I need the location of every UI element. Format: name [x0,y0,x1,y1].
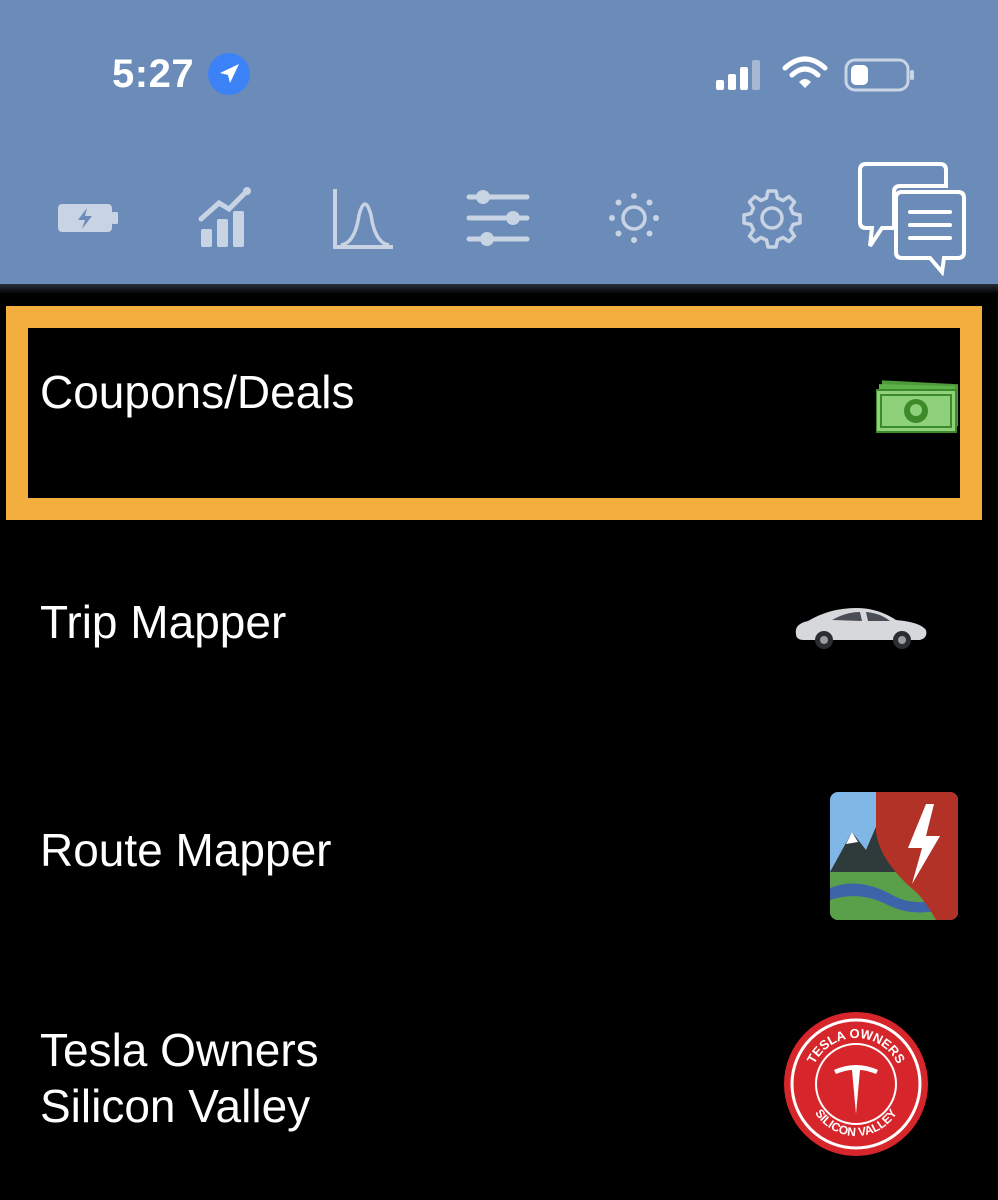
car-icon [795,608,927,649]
wifi-icon [782,56,828,88]
selection-highlight [6,306,982,520]
brightness-icon [609,193,659,243]
curve-chart-icon [333,189,393,249]
tab-messages[interactable] [852,158,970,277]
gear-icon [742,189,802,249]
cellular-signal-icon [716,60,760,90]
list-item-label: Tesla Owners Silicon Valley [40,1024,319,1132]
list-item-label: Route Mapper [40,824,332,876]
tab-settings[interactable] [736,180,808,256]
battery-icon [58,204,118,232]
list-item-label: Trip Mapper [40,596,287,648]
tab-stats[interactable] [188,180,260,256]
list-item-route-mapper[interactable]: Route Mapper [0,780,998,930]
route-mapper-app-icon [830,792,958,920]
bar-chart-icon [198,187,251,247]
list-item-tesla-owners[interactable]: Tesla Owners Silicon Valley TESLA OWNERS… [0,1010,998,1160]
status-time: 5:27 [112,52,195,96]
list-item-trip-mapper[interactable]: Trip Mapper [0,560,998,700]
sliders-icon [466,190,530,246]
location-arrow-icon [208,53,250,95]
chat-icon [858,162,966,277]
top-bar-shadow [0,284,998,294]
tab-battery[interactable] [52,180,124,256]
tab-settings-sliders[interactable] [462,180,534,256]
battery-status-icon [844,58,914,92]
tab-curve[interactable] [326,180,398,256]
tab-display[interactable] [598,180,670,256]
tesla-owners-logo: TESLA OWNERS SILICON VALLEY [784,1012,928,1156]
